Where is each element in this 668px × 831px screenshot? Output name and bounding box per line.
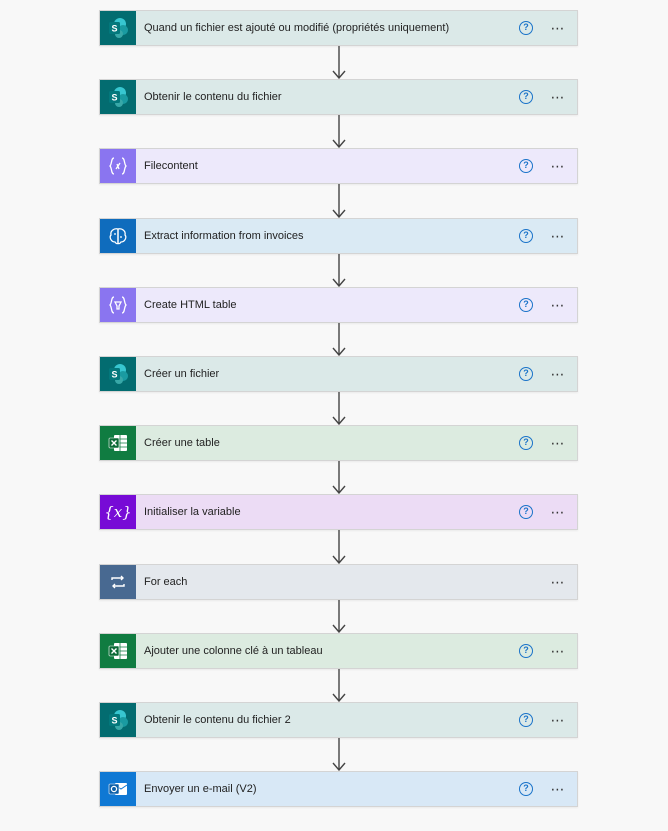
- step-title: Initialiser la variable: [144, 506, 241, 518]
- variable-icon: {x}: [100, 495, 136, 529]
- connector-arrow: [329, 669, 349, 702]
- help-icon[interactable]: ?: [519, 298, 533, 312]
- help-icon[interactable]: ?: [519, 159, 533, 173]
- help-icon[interactable]: ?: [519, 644, 533, 658]
- more-options-icon[interactable]: ⋯: [547, 87, 569, 107]
- sharepoint-icon: S: [100, 703, 136, 737]
- svg-text:S: S: [111, 93, 117, 103]
- step-title: Créer une table: [144, 437, 220, 449]
- flow-step[interactable]: S Obtenir le contenu du fichier 2? ⋯: [99, 702, 578, 738]
- more-options-icon[interactable]: ⋯: [547, 502, 569, 522]
- sharepoint-icon: S: [100, 80, 136, 114]
- step-title: Obtenir le contenu du fichier: [144, 91, 282, 103]
- flow-step[interactable]: S Obtenir le contenu du fichier? ⋯: [99, 79, 578, 115]
- more-options-icon[interactable]: ⋯: [547, 226, 569, 246]
- step-title: Filecontent: [144, 160, 198, 172]
- help-icon[interactable]: ?: [519, 713, 533, 727]
- compose-icon: [100, 149, 136, 183]
- step-title: Obtenir le contenu du fichier 2: [144, 714, 291, 726]
- flow-step[interactable]: {x} Initialiser la variable? ⋯: [99, 494, 578, 530]
- connector-arrow: [329, 184, 349, 218]
- sharepoint-icon: S: [100, 357, 136, 391]
- step-title: For each: [144, 576, 188, 588]
- connector-arrow: [329, 323, 349, 356]
- connector-arrow: [329, 600, 349, 633]
- help-icon[interactable]: ?: [519, 436, 533, 450]
- flow-step[interactable]: For each ⋯: [99, 564, 578, 600]
- connector-arrow: [329, 254, 349, 287]
- more-options-icon[interactable]: ⋯: [547, 18, 569, 38]
- connector-arrow: [329, 461, 349, 494]
- more-options-icon[interactable]: ⋯: [547, 156, 569, 176]
- more-options-icon[interactable]: ⋯: [547, 779, 569, 799]
- help-icon[interactable]: ?: [519, 782, 533, 796]
- table-operation-icon: [100, 288, 136, 322]
- step-title: Quand un fichier est ajouté ou modifié (…: [144, 22, 450, 34]
- svg-text:S: S: [111, 24, 117, 34]
- loop-icon: [100, 565, 136, 599]
- connector-arrow: [329, 46, 349, 79]
- more-options-icon[interactable]: ⋯: [547, 295, 569, 315]
- excel-icon: [100, 634, 136, 668]
- flow-step[interactable]: Créer une table? ⋯: [99, 425, 578, 461]
- sharepoint-icon: S: [100, 11, 136, 45]
- flow-canvas: S Quand un fichier est ajouté ou modifié…: [0, 0, 668, 831]
- connector-arrow: [329, 115, 349, 148]
- help-icon[interactable]: ?: [519, 367, 533, 381]
- more-options-icon[interactable]: ⋯: [547, 433, 569, 453]
- step-title: Envoyer un e-mail (V2): [144, 783, 257, 795]
- outlook-icon: [100, 772, 136, 806]
- step-title: Create HTML table: [144, 299, 237, 311]
- flow-step[interactable]: S Quand un fichier est ajouté ou modifié…: [99, 10, 578, 46]
- flow-step[interactable]: Ajouter une colonne clé à un tableau? ⋯: [99, 633, 578, 669]
- help-icon[interactable]: ?: [519, 505, 533, 519]
- help-icon[interactable]: ?: [519, 229, 533, 243]
- flow-step[interactable]: Create HTML table? ⋯: [99, 287, 578, 323]
- help-icon[interactable]: ?: [519, 90, 533, 104]
- svg-text:{x}: {x}: [106, 503, 130, 521]
- excel-icon: [100, 426, 136, 460]
- svg-text:S: S: [111, 370, 117, 380]
- help-icon[interactable]: ?: [519, 21, 533, 35]
- flow-step[interactable]: S Créer un fichier? ⋯: [99, 356, 578, 392]
- connector-arrow: [329, 392, 349, 425]
- step-title: Extract information from invoices: [144, 230, 304, 242]
- flow-step[interactable]: Extract information from invoices? ⋯: [99, 218, 578, 254]
- more-options-icon[interactable]: ⋯: [547, 572, 569, 592]
- more-options-icon[interactable]: ⋯: [547, 364, 569, 384]
- ai-brain-icon: [100, 219, 136, 253]
- flow-step[interactable]: Filecontent? ⋯: [99, 148, 578, 184]
- connector-arrow: [329, 738, 349, 771]
- more-options-icon[interactable]: ⋯: [547, 641, 569, 661]
- connector-arrow: [329, 530, 349, 564]
- step-title: Créer un fichier: [144, 368, 220, 380]
- flow-step[interactable]: Envoyer un e-mail (V2)? ⋯: [99, 771, 578, 807]
- svg-text:S: S: [111, 716, 117, 726]
- step-title: Ajouter une colonne clé à un tableau: [144, 645, 323, 657]
- more-options-icon[interactable]: ⋯: [547, 710, 569, 730]
